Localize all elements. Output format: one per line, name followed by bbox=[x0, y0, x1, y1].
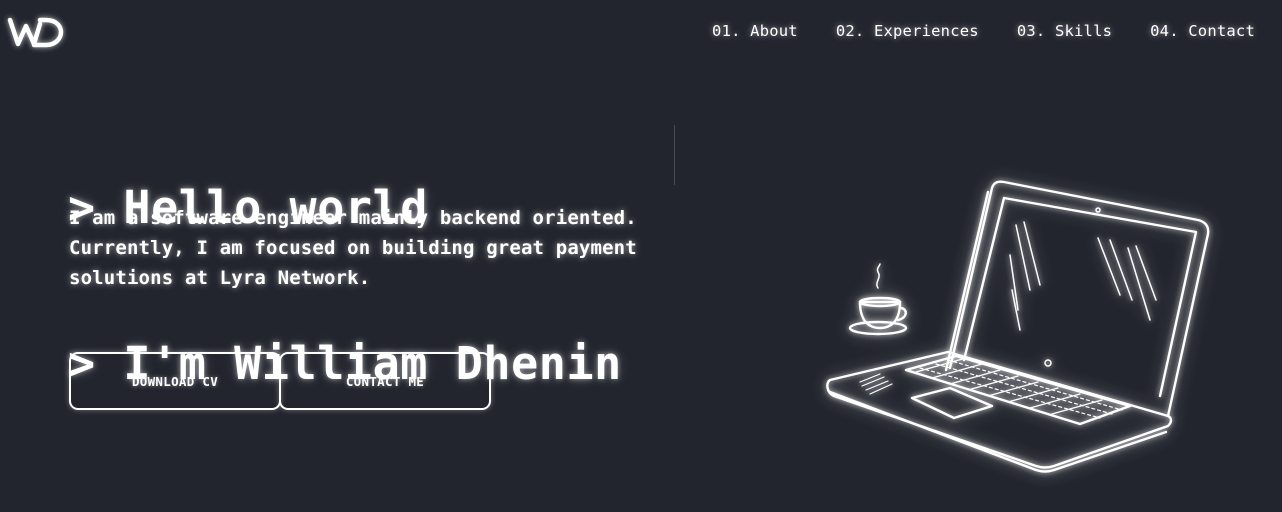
nav-link-experiences[interactable]: 02. Experiences bbox=[836, 20, 979, 42]
nav-link-contact[interactable]: 04. Contact bbox=[1150, 20, 1255, 42]
nav-link-about[interactable]: 01. About bbox=[712, 20, 798, 42]
typing-cursor bbox=[674, 125, 675, 185]
site-logo[interactable] bbox=[6, 14, 64, 50]
download-cv-button[interactable]: DOWNLOAD CV bbox=[69, 352, 281, 410]
wd-logo-icon bbox=[7, 17, 64, 48]
laptop-icon bbox=[826, 180, 1210, 473]
hero-description-line: Currently, I am focused on building grea… bbox=[69, 237, 637, 259]
top-navigation: 01. About 02. Experiences 03. Skills 04.… bbox=[674, 20, 1255, 42]
laptop-illustration bbox=[820, 170, 1220, 480]
hero-description-line: solutions at Lyra Network. bbox=[69, 267, 371, 289]
hero-description: I am a software engineer mainly backend … bbox=[69, 203, 749, 293]
nav-link-skills[interactable]: 03. Skills bbox=[1017, 20, 1112, 42]
contact-me-button[interactable]: CONTACT ME bbox=[279, 352, 491, 410]
hero-description-line: I am a software engineer mainly backend … bbox=[69, 207, 637, 229]
